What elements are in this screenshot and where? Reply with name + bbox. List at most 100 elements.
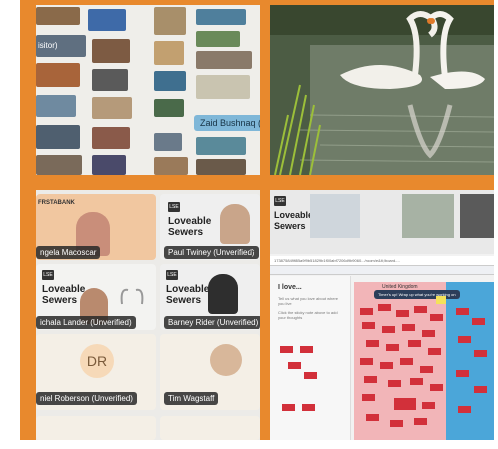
wall-photo	[88, 9, 126, 31]
sticky-note[interactable]	[428, 348, 441, 355]
participant-tile[interactable]: DR niel Roberson (Unverified)	[36, 334, 156, 410]
participant-name-tag: Barney Rider (Unverified)	[164, 316, 260, 329]
avatar: DR	[80, 344, 114, 378]
sticky-note[interactable]	[302, 404, 315, 411]
wall-photo	[36, 7, 80, 25]
sticky-note[interactable]	[396, 310, 409, 317]
board-column-blue	[446, 282, 494, 440]
sticky-note[interactable]	[456, 370, 469, 377]
sticky-note[interactable]	[422, 330, 435, 337]
participant-tile[interactable]: FRSTABANK ngela Macoscar	[36, 194, 156, 260]
participant-name-tag: Tim Wagstaff	[164, 392, 219, 405]
participant-name-tag: ngela Macoscar	[36, 246, 101, 259]
swans-photo-panel	[270, 5, 494, 175]
sticky-note[interactable]	[386, 344, 399, 351]
sticky-note[interactable]	[410, 378, 423, 385]
sticky-note[interactable]	[430, 384, 443, 391]
side-label: isitor)	[38, 41, 58, 50]
wall-photo	[36, 155, 82, 175]
participant-name-tag: Paul Twiney (Unverified)	[164, 246, 259, 259]
sticky-note[interactable]	[288, 362, 301, 369]
event-badge: FRSTABANK	[38, 200, 75, 206]
sticky-note[interactable]	[362, 322, 375, 329]
participant-tile[interactable]: Tim Wagstaff	[160, 334, 260, 410]
sticky-note[interactable]	[400, 358, 413, 365]
wall-photo	[154, 41, 184, 65]
more-options-icon[interactable]: ···	[246, 246, 255, 256]
sticky-note[interactable]	[360, 308, 373, 315]
logo-text: Loveable Sewers	[166, 284, 210, 306]
sticky-note[interactable]	[366, 414, 379, 421]
participant-tile[interactable]	[36, 416, 156, 440]
sticky-note[interactable]	[360, 358, 373, 365]
sticky-note[interactable]	[388, 380, 401, 387]
logo-icon: LSE	[274, 196, 286, 206]
sticky-note[interactable]	[458, 406, 471, 413]
wall-photo	[154, 7, 186, 35]
sticky-note[interactable]	[472, 318, 485, 325]
sticky-note[interactable]	[458, 336, 471, 343]
visitor-name-tag: Zaid Bushnaq (Visito	[194, 115, 260, 131]
sticky-note[interactable]	[378, 304, 391, 311]
sticky-note[interactable]	[364, 376, 377, 383]
swans-image	[270, 5, 494, 175]
wall-photo	[92, 97, 132, 119]
timer-banner: Timer's up! Wrap up what you're working …	[374, 290, 460, 299]
sticky-note[interactable]	[382, 326, 395, 333]
browser-url-bar[interactable]: 173875849f8Ba9f9b51829b1f00abf7206d9b906…	[270, 256, 494, 266]
sticky-note[interactable]	[414, 306, 427, 313]
sticky-note[interactable]	[420, 366, 433, 373]
sticky-note[interactable]	[474, 386, 487, 393]
wall-photo	[92, 39, 130, 63]
logo-icon: LSE	[166, 270, 178, 280]
sticky-note[interactable]	[300, 346, 313, 353]
photo-wall-panel: isitor) Zaid Bushnaq (Visito	[36, 5, 260, 175]
logo-text: Loveable Sewers	[42, 284, 86, 306]
sticky-note[interactable]	[474, 350, 487, 357]
participant-tile[interactable]: LSE Loveable Sewers Paul Twiney (Unverifi…	[160, 194, 260, 260]
participant-tile[interactable]	[160, 416, 260, 440]
participant-video	[208, 274, 238, 314]
wall-photo	[196, 51, 252, 69]
participant-name-tag: niel Roberson (Unverified)	[36, 392, 137, 405]
sticky-note[interactable]	[282, 404, 295, 411]
logo-text: Loveable Sewers	[274, 210, 314, 231]
participant-video	[310, 194, 360, 238]
yellow-sticky-note[interactable]	[436, 296, 446, 304]
meeting-grid-panel: FRSTABANK ngela Macoscar LSE Loveable Sew…	[36, 190, 260, 440]
sticky-note[interactable]	[304, 372, 317, 379]
participant-video	[460, 194, 494, 238]
participant-tile[interactable]: LSE Loveable Sewers ichala Lander (Unveri…	[36, 264, 156, 330]
sticky-note[interactable]	[456, 308, 469, 315]
wall-photo	[196, 9, 246, 25]
sticky-note[interactable]	[280, 346, 293, 353]
logo-text: Loveable Sewers	[168, 216, 212, 238]
wall-photo	[196, 31, 240, 47]
sticky-note[interactable]	[422, 402, 435, 409]
participant-tile[interactable]: LSE Loveable Sewers Barney Rider (Unverif…	[160, 264, 260, 330]
sticky-note[interactable]	[394, 398, 416, 410]
wall-photo	[154, 99, 184, 117]
wall-photo	[154, 133, 182, 151]
wall-photo	[196, 75, 250, 99]
sidebar-hint: Click the sticky note above to add your …	[278, 310, 338, 320]
avatar	[210, 344, 242, 376]
sticky-note[interactable]	[402, 324, 415, 331]
sticky-note[interactable]	[390, 420, 403, 427]
wall-photo	[196, 137, 246, 155]
sticky-note[interactable]	[380, 362, 393, 369]
participant-video	[402, 194, 454, 238]
participant-video	[220, 204, 250, 244]
wall-photo	[92, 155, 126, 175]
wall-photo	[36, 125, 80, 149]
sticky-note[interactable]	[414, 418, 427, 425]
wall-photo	[196, 159, 246, 175]
sticky-note[interactable]	[366, 340, 379, 347]
sticky-note[interactable]	[362, 394, 375, 401]
swan-logo-icon	[120, 288, 144, 305]
sticky-note[interactable]	[408, 340, 421, 347]
sidebar-title: I love...	[278, 284, 302, 291]
whiteboard-panel: LSE Loveable Sewers 173875849f8Ba9f9b5182…	[270, 190, 494, 440]
wall-photo	[92, 127, 130, 149]
sticky-note[interactable]	[430, 314, 443, 321]
